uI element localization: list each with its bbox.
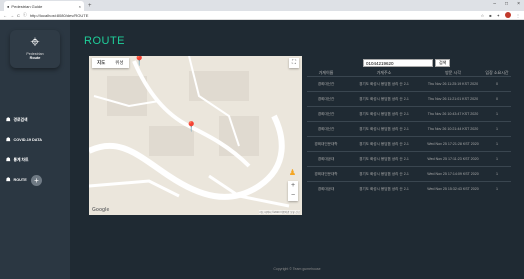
table-row[interactable]: 경희대인문대학 경기도 화성시 봉담읍 상리 산 2-1 Wed Nov 25 17… <box>307 136 511 152</box>
table-row[interactable]: 경희대신관 경기도 화성시 봉담읍 상리 산 2-1 Thu Nov 26 10:4… <box>307 106 511 122</box>
google-logo: Google <box>92 207 110 213</box>
map-canvas <box>89 56 302 215</box>
cell-time: Wed Nov 25 17:11:23 KST 2020 <box>423 151 483 167</box>
fullscreen-icon[interactable]: ⛶ <box>289 58 299 68</box>
map-pin-icon[interactable]: 📍 <box>185 122 197 133</box>
cell-duration: 1 <box>483 166 511 182</box>
phone-search-input[interactable] <box>363 59 433 67</box>
tab-title: Pedestrian Guide <box>11 3 43 9</box>
tab-satellite[interactable]: 위성 <box>110 58 128 68</box>
sidebar-item-search[interactable]: ☗ 경로검색 <box>6 110 66 130</box>
close-window-button[interactable]: × <box>517 1 520 7</box>
page-title: ROUTE <box>84 35 125 47</box>
sidebar-item-label: 경로검색 <box>13 117 28 122</box>
cell-time: Wed Nov 25 15:32:43 KST 2020 <box>423 181 483 197</box>
pegman-icon[interactable]: ♟ <box>289 168 296 177</box>
map-logo-icon: ⌖ <box>30 34 40 51</box>
cell-name: 경희대신관 <box>307 91 345 107</box>
cell-duration: 1 <box>483 151 511 167</box>
menu-icon[interactable]: ⋮ <box>516 13 520 18</box>
sidebar: ⌖ Pedestrian Route ☗ 경로검색 ☗ COVID-19 DAT… <box>0 20 70 279</box>
forward-icon[interactable]: → <box>10 13 14 18</box>
cell-time: Thu Nov 26 11:25:19 KST 2020 <box>423 76 483 92</box>
cell-address: 경기도 화성시 봉담읍 상리 산 2-1 <box>345 166 423 182</box>
table-row[interactable]: 경희대공대 경기도 화성시 봉담읍 상리 산 2-1 Wed Nov 25 15:3… <box>307 181 511 197</box>
table-row[interactable]: 경희대신관 경기도 화성시 봉담읍 상리 산 2-1 Thu Nov 26 11:2… <box>307 76 511 92</box>
extension-icon[interactable]: ■ <box>489 13 491 18</box>
star-icon[interactable]: ☆ <box>481 13 485 18</box>
reload-icon[interactable]: C <box>17 13 20 18</box>
table-row[interactable]: 경희대신관 경기도 화성시 봉담읍 상리 산 2-1 Thu Nov 26 10:2… <box>307 121 511 137</box>
logo-line2: Route <box>29 56 41 60</box>
info-icon[interactable]: ⓘ <box>23 12 27 18</box>
cell-address: 경기도 화성시 봉담읍 상리 산 2-1 <box>345 76 423 92</box>
tab-close-icon[interactable]: × <box>79 4 81 9</box>
maximize-button[interactable]: □ <box>505 1 508 7</box>
add-button[interactable]: + <box>31 175 42 186</box>
cell-name: 경희대신관 <box>307 121 345 137</box>
sidebar-item-covid[interactable]: ☗ COVID-19 DATA <box>6 130 66 150</box>
covid-icon: ☗ <box>6 137 11 143</box>
cell-name: 경희대신관 <box>307 76 345 92</box>
zoom-in-button[interactable]: + <box>288 181 298 191</box>
route-icon: ☗ <box>6 177 11 183</box>
map-view[interactable]: 📍 📍 지도 위성 ⛶ ♟ + − Google 지도 데이터 ©2020 이용… <box>89 56 302 215</box>
favicon-icon: ● <box>7 3 10 9</box>
cell-address: 경기도 화성시 봉담읍 상리 산 2-1 <box>345 181 423 197</box>
puzzle-icon[interactable]: ✦ <box>497 13 500 18</box>
cell-time: Wed Nov 25 17:21:28 KST 2020 <box>423 136 483 152</box>
tab-map[interactable]: 지도 <box>92 58 110 68</box>
cell-duration: 0 <box>483 91 511 107</box>
address-bar[interactable]: http://localhost:8080/dev/ROUTE <box>30 13 88 18</box>
cell-time: Wed Nov 25 17:14:09 KST 2020 <box>423 166 483 182</box>
sidebar-item-label: 통계 차트 <box>13 157 29 162</box>
minimize-button[interactable]: – <box>493 1 496 7</box>
cell-duration: 0 <box>483 76 511 92</box>
map-attribution[interactable]: 지도 데이터 ©2020 이용약관 오류 신고 <box>259 210 300 214</box>
cell-duration: 1 <box>483 121 511 137</box>
cell-name: 경희대공대 <box>307 181 345 197</box>
table-row[interactable]: 경희대인문대학 경기도 화성시 봉담읍 상리 산 2-1 Wed Nov 25 17… <box>307 166 511 182</box>
cell-time: Thu Nov 26 10:43:47 KST 2020 <box>423 106 483 122</box>
cell-address: 경기도 화성시 봉담읍 상리 산 2-1 <box>345 106 423 122</box>
sidebar-item-chart[interactable]: ☗ 통계 차트 <box>6 150 66 170</box>
sidebar-item-label: COVID-19 DATA <box>13 138 43 142</box>
search-row: 검색 <box>363 59 451 67</box>
cell-duration: 1 <box>483 136 511 152</box>
cell-address: 경기도 화성시 봉담읍 상리 산 2-1 <box>345 136 423 152</box>
header-duration: 입장 소요시간 <box>485 70 509 75</box>
map-icon: ☗ <box>6 117 11 123</box>
search-button[interactable]: 검색 <box>435 59 451 67</box>
cell-name: 경희대신관 <box>307 106 345 122</box>
cell-name: 경희대인문대학 <box>307 166 345 182</box>
cell-time: Thu Nov 26 11:21:01 KST 2020 <box>423 91 483 107</box>
sidebar-item-label: ROUTE <box>13 178 27 182</box>
cell-duration: 1 <box>483 106 511 122</box>
map-pin-icon[interactable]: 📍 <box>133 56 145 67</box>
table-row[interactable]: 경희대신관 경기도 화성시 봉담읍 상리 산 2-1 Thu Nov 26 11:2… <box>307 91 511 107</box>
profile-avatar[interactable] <box>505 12 511 18</box>
cell-name: 경희대공대 <box>307 151 345 167</box>
visit-history-panel: 검색 가게이름 가게주소 방문 시각 입장 소요시간 경희대신관경기도 화성시 … <box>307 56 511 197</box>
cell-time: Thu Nov 26 10:21:44 KST 2020 <box>423 121 483 137</box>
cell-name: 경희대인문대학 <box>307 136 345 152</box>
map-type-tabs: 지도 위성 <box>92 58 129 68</box>
back-icon[interactable]: ← <box>3 13 7 18</box>
table-row[interactable]: 경희대공대 경기도 화성시 봉담읍 상리 산 2-1 Wed Nov 25 17:1… <box>307 151 511 167</box>
logo[interactable]: ⌖ Pedestrian Route <box>10 30 60 68</box>
new-tab-button[interactable]: + <box>88 1 92 11</box>
cell-duration: 1 <box>483 181 511 197</box>
chart-icon: ☗ <box>6 157 11 163</box>
zoom-control: + − <box>288 181 298 201</box>
footer: Copyright © Team gumehouse <box>273 267 321 271</box>
cell-address: 경기도 화성시 봉담읍 상리 산 2-1 <box>345 121 423 137</box>
browser-tab-strip: ● Pedestrian Guide × + – □ × <box>0 0 524 11</box>
browser-toolbar: ← → C ⓘ http://localhost:8080/dev/ROUTE … <box>0 11 524 20</box>
visit-table: 가게이름 가게주소 방문 시각 입장 소요시간 경희대신관 경기도 화성시 봉담읍… <box>307 70 511 197</box>
browser-tab[interactable]: ● Pedestrian Guide × <box>4 1 84 11</box>
zoom-out-button[interactable]: − <box>288 191 298 201</box>
cell-address: 경기도 화성시 봉담읍 상리 산 2-1 <box>345 91 423 107</box>
cell-address: 경기도 화성시 봉담읍 상리 산 2-1 <box>345 151 423 167</box>
